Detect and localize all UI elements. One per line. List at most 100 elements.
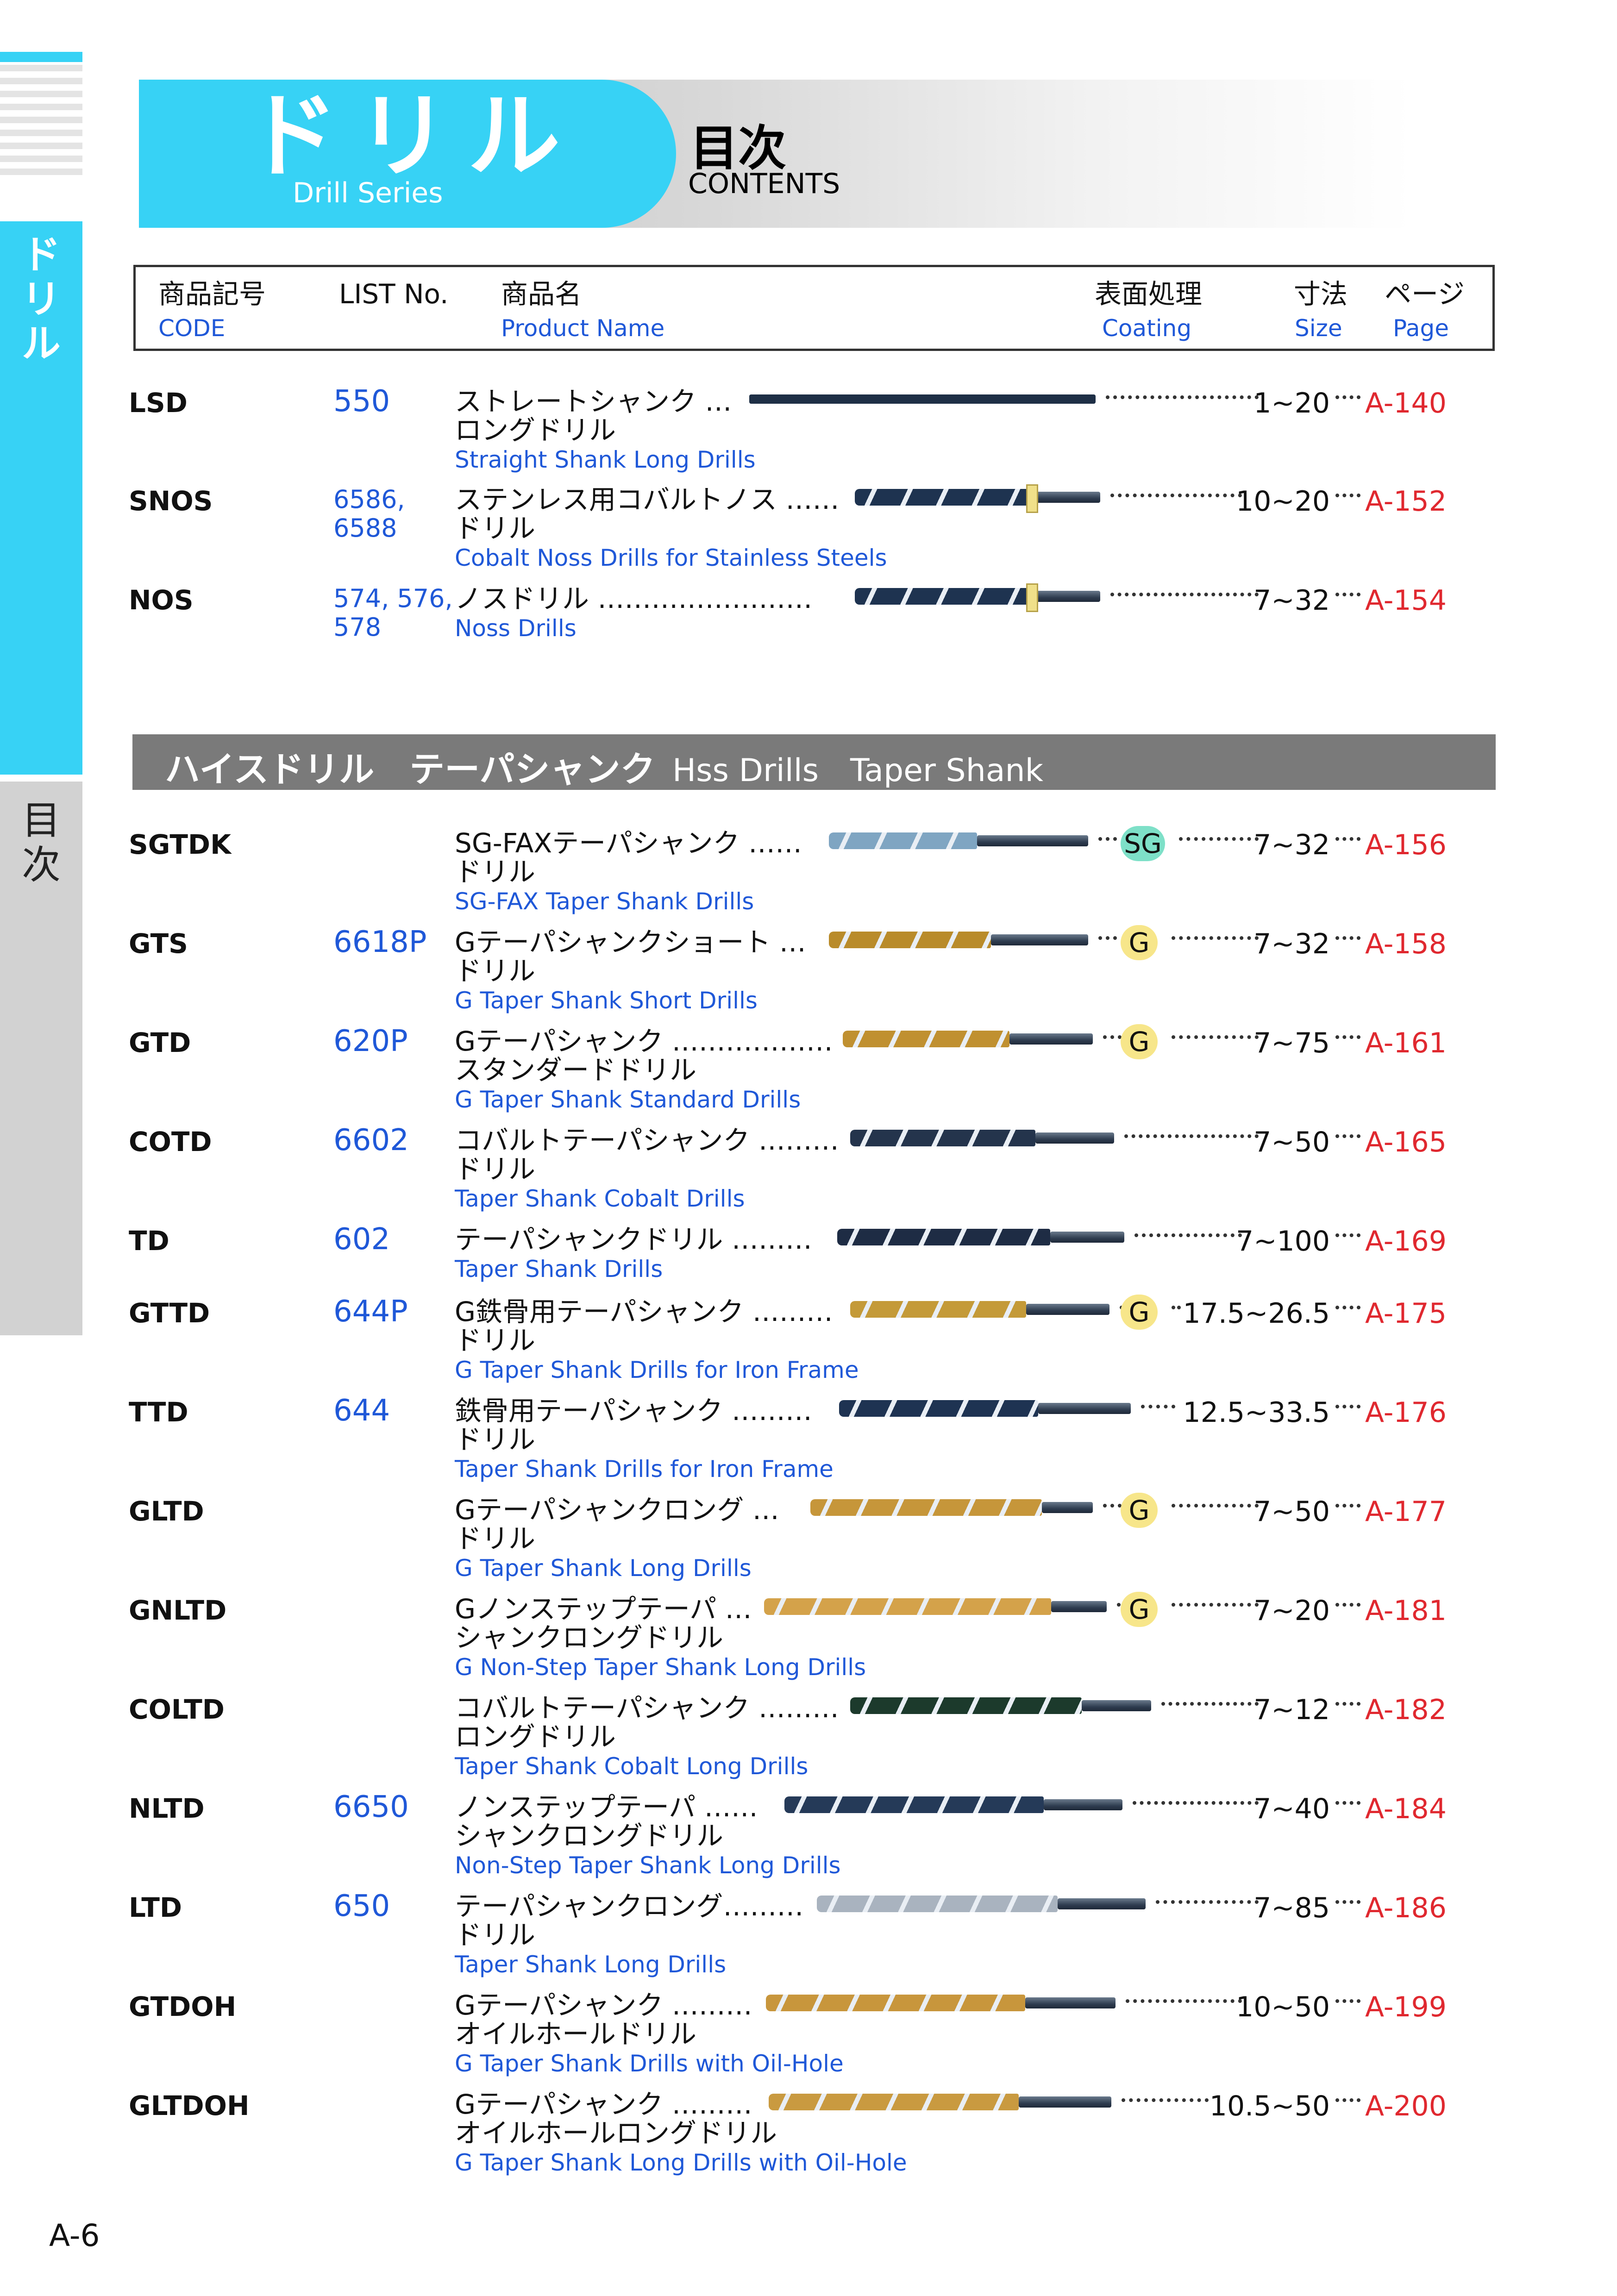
product-list-no[interactable]: 602 [333,1225,390,1254]
product-row[interactable]: NOS 574, 576, 578 ノスドリル …………………… Noss Drill… [0,583,1617,682]
product-row[interactable]: GLTD Gテーパシャンクロング … ドリル G Taper Shank Long … [0,1493,1617,1594]
product-list-no[interactable]: 6618P [333,927,426,957]
leader-dots [1335,1405,1360,1408]
product-name-jp: ステンレス用コバルトノス …… ドリル [455,484,840,544]
product-name-jp: Gテーパシャンク ……… オイルホールロングドリル [455,2089,777,2149]
product-row[interactable]: GTDOH Gテーパシャンク ……… オイルホールドリル G Taper Shank… [0,1991,1617,2089]
page-ref-link[interactable]: A-182 [1365,1694,1447,1726]
leader-dots [1098,936,1117,940]
drill-image [843,1031,1093,1047]
product-row[interactable]: COLTD コバルトテーパシャンク ……… ロングドリル Taper Shank C… [0,1694,1617,1792]
leader-dots [1126,1999,1242,2003]
product-code: NOS [129,584,194,616]
leader-dots [1179,837,1259,841]
leader-dots [1335,1306,1360,1309]
drill-shank [1051,1601,1107,1612]
drill-image [784,1796,1122,1813]
drill-image [829,832,1088,849]
product-name-en: G Taper Shank Drills for Iron Frame [455,1357,859,1383]
page-ref-link[interactable]: A-152 [1365,485,1447,518]
col-code-jp: 商品記号 [158,278,266,310]
section-title-en: Hss Drills Taper Shank [672,752,1043,789]
product-name-jp: ストレートシャンク … ロングドリル [455,386,732,446]
page-ref-link[interactable]: A-161 [1365,1027,1447,1059]
page-ref-link[interactable]: A-200 [1365,2090,1447,2122]
product-row[interactable]: GTS 6618P Gテーパシャンクショート … ドリル G Taper Shank … [0,925,1617,1026]
page-ref-link[interactable]: A-176 [1365,1396,1447,1429]
product-name-en: SG-FAX Taper Shank Drills [455,888,754,915]
product-row[interactable]: LTD 650 テーパシャンクロング……… ドリル Taper Shank Long … [0,1891,1617,1990]
leader-dots [1103,1504,1122,1508]
drill-shank [1042,1502,1093,1513]
product-list-no[interactable]: 6650 [333,1792,409,1822]
drill-image [850,1130,1114,1146]
product-name-jp: ノスドリル …………………… [455,583,813,614]
product-row[interactable]: GTD 620P Gテーパシャンク ……………… スタンダードドリル G Taper … [0,1024,1617,1125]
product-size: 1~20 [1253,387,1330,419]
leader-dots [1134,1233,1242,1237]
leader-dots [1335,593,1360,596]
page-ref-link[interactable]: A-169 [1365,1225,1447,1257]
page-ref-link[interactable]: A-165 [1365,1126,1447,1158]
drill-image [766,1995,1116,2011]
product-row[interactable]: TTD 644 鉄骨用テーパシャンク ……… ドリル Taper Shank Dril… [0,1396,1617,1495]
product-list-no[interactable]: 650 [333,1891,390,1921]
drill-flute [769,2094,1019,2110]
product-list-no[interactable]: 620P [333,1026,408,1056]
page-ref-link[interactable]: A-158 [1365,928,1447,960]
product-name-en: Taper Shank Cobalt Drills [455,1185,745,1212]
leader-dots [1335,1999,1360,2003]
product-list-no[interactable]: 6586, 6588 [333,485,405,543]
product-size: 7~50 [1253,1495,1330,1528]
page-ref-link[interactable]: A-199 [1365,1991,1447,2023]
product-row[interactable]: GLTDOH Gテーパシャンク ……… オイルホールロングドリル G Taper S… [0,2090,1617,2188]
leader-dots [1133,1801,1259,1805]
page-ref-link[interactable]: A-154 [1365,584,1447,617]
drill-shank [1058,1898,1146,1909]
product-size: 10.5~50 [1209,2090,1330,2122]
product-list-no[interactable]: 6602 [333,1126,409,1155]
product-row[interactable]: SNOS 6586, 6588 ステンレス用コバルトノス …… ドリル Cobalt … [0,484,1617,583]
product-list-no[interactable]: 644 [333,1396,390,1426]
product-name-jp: Gノンステップテーパ … シャンクロングドリル [455,1593,752,1653]
leader-dots [1335,1035,1360,1039]
product-name-en: Noss Drills [455,615,577,642]
product-row[interactable]: LSD 550 ストレートシャンク … ロングドリル Straight Shank L… [0,387,1617,485]
page-ref-link[interactable]: A-140 [1365,387,1447,419]
product-code: GTS [129,928,188,959]
page-ref-link[interactable]: A-186 [1365,1892,1447,1924]
product-name-jp: Gテーパシャンクロング … ドリル [455,1494,779,1554]
drill-flute [829,832,977,849]
product-row[interactable]: SGTDK SG-FAXテーパシャンク …… ドリル SG-FAX Taper Sh… [0,826,1617,927]
header-stripe-accent [0,52,82,62]
drill-shank [1038,1403,1131,1414]
product-name-jp: Gテーパシャンクショート … ドリル [455,926,806,987]
product-code: GLTD [129,1495,204,1527]
product-size: 7~100 [1236,1225,1330,1257]
page-ref-link[interactable]: A-184 [1365,1793,1447,1825]
product-list-no[interactable]: 550 [333,387,390,416]
leader-dots [1103,1035,1122,1039]
product-name-en: G Taper Shank Drills with Oil-Hole [455,2050,844,2077]
page-ref-link[interactable]: A-181 [1365,1595,1447,1627]
page-ref-link[interactable]: A-175 [1365,1297,1447,1330]
product-code: COLTD [129,1694,225,1725]
col-size-en: Size [1295,315,1342,342]
leader-dots [1172,1603,1259,1607]
drill-shank [1035,1132,1114,1144]
drill-flute [850,1130,1035,1146]
product-name-jp: G鉄骨用テーパシャンク ……… ドリル [455,1296,833,1356]
leader-dots [1335,2098,1360,2102]
product-row[interactable]: COTD 6602 コバルトテーパシャンク ……… ドリル Taper Shank C… [0,1126,1617,1224]
page-ref-link[interactable]: A-156 [1365,829,1447,861]
product-list-no[interactable]: 644P [333,1297,408,1326]
product-row[interactable]: NLTD 6650 ノンステップテーパ …… シャンクロングドリル Non-Step … [0,1792,1617,1891]
leader-dots [1141,1405,1175,1408]
product-list-no[interactable]: 574, 576, 578 [333,584,453,642]
leader-dots [1161,1702,1259,1706]
product-row[interactable]: GNLTD Gノンステップテーパ … シャンクロングドリル G Non-Step T… [0,1592,1617,1693]
page-ref-link[interactable]: A-177 [1365,1495,1447,1528]
product-row[interactable]: GTTD 644P G鉄骨用テーパシャンク ……… ドリル G Taper Shank… [0,1295,1617,1395]
col-code-en: CODE [158,315,226,342]
product-name-jp: コバルトテーパシャンク ……… ドリル [455,1125,839,1185]
